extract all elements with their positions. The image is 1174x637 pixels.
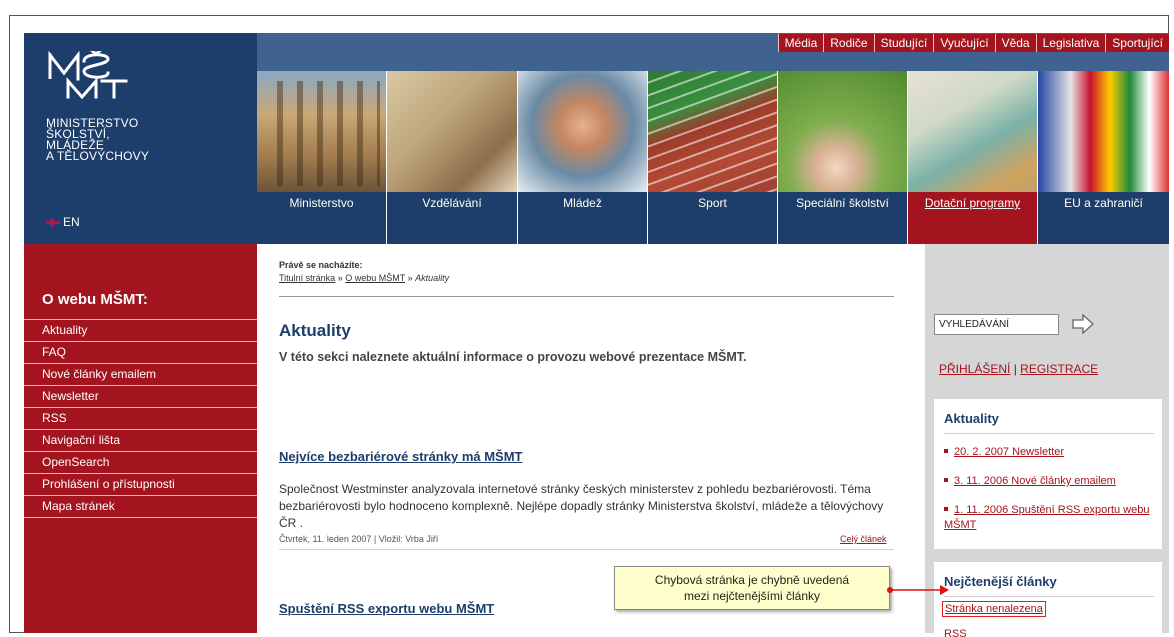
nav-vzdelavani[interactable]: Vzdělávání bbox=[387, 192, 518, 244]
callout-arrow-icon bbox=[887, 585, 949, 595]
language-switch-en[interactable]: EN bbox=[46, 215, 80, 229]
news-box: Aktuality 20. 2. 2007 Newsletter 3. 11. … bbox=[934, 399, 1162, 549]
news-item: 1. 11. 2006 Spuštění RSS exportu webu MŠ… bbox=[944, 503, 1159, 533]
left-menu-item-pristupnost[interactable]: Prohlášení o přístupnosti bbox=[24, 474, 257, 496]
breadcrumb-current: Aktuality bbox=[415, 273, 450, 283]
breadcrumb: Titulní stránka » O webu MŠMT » Aktualit… bbox=[279, 273, 449, 283]
breadcrumb-separator: » bbox=[405, 273, 416, 283]
callout-line: mezi nejčtenějšími články bbox=[683, 589, 821, 603]
left-menu-item-navigacni-lista[interactable]: Navigační lišta bbox=[24, 430, 257, 452]
photo-running-track bbox=[648, 71, 778, 192]
left-menu-item-faq[interactable]: FAQ bbox=[24, 342, 257, 364]
breadcrumb-home[interactable]: Titulní stránka bbox=[279, 273, 335, 283]
callout-line: Chybová stránka je chybně uvedená bbox=[654, 573, 850, 587]
auth-separator: | bbox=[1010, 362, 1021, 376]
news-link[interactable]: 3. 11. 2006 Nové články emailem bbox=[954, 475, 1116, 487]
article-meta: Čtvrtek, 11. leden 2007 | Vložil: Vrba J… bbox=[279, 534, 439, 544]
nav-eu-zahranici[interactable]: EU a zahraničí bbox=[1038, 192, 1169, 244]
bullet-icon bbox=[944, 449, 948, 454]
nav-mladez[interactable]: Mládež bbox=[518, 192, 648, 244]
language-label: EN bbox=[63, 215, 80, 229]
top-bar: Média Rodiče Studující Vyučující Věda Le… bbox=[257, 33, 1169, 71]
article-title[interactable]: Nejvíce bezbariérové stránky má MŠMT bbox=[279, 449, 523, 464]
left-menu-item-newsletter[interactable]: Newsletter bbox=[24, 386, 257, 408]
divider bbox=[279, 296, 894, 297]
article-title[interactable]: Spuštění RSS exportu webu MŠMT bbox=[279, 601, 494, 616]
news-link[interactable]: 20. 2. 2007 Newsletter bbox=[954, 446, 1064, 458]
left-menu-title: O webu MŠMT: bbox=[42, 291, 148, 308]
divider bbox=[944, 433, 1154, 434]
left-menu-item-aktuality[interactable]: Aktuality bbox=[24, 320, 257, 342]
photo-money bbox=[908, 71, 1038, 192]
photo-youth-group bbox=[518, 71, 648, 192]
news-item: 20. 2. 2007 Newsletter bbox=[944, 445, 1159, 460]
most-read-link[interactable]: RSS bbox=[944, 628, 967, 637]
location-label: Právě se nacházíte: bbox=[279, 260, 363, 270]
left-menu-item-rss[interactable]: RSS bbox=[24, 408, 257, 430]
toplink-legislativa[interactable]: Legislativa bbox=[1035, 34, 1106, 52]
toplink-vyucujici[interactable]: Vyučující bbox=[933, 34, 995, 52]
uk-flag-icon bbox=[46, 217, 60, 227]
news-item: 3. 11. 2006 Nové články emailem bbox=[944, 474, 1159, 489]
news-box-title: Aktuality bbox=[944, 411, 999, 426]
nav-dotacni-programy[interactable]: Dotační programy bbox=[908, 192, 1038, 244]
breadcrumb-parent[interactable]: O webu MŠMT bbox=[345, 273, 405, 283]
most-read-box: Nejčtenější články Stránka nenalezena RS… bbox=[934, 562, 1162, 637]
page-title: Aktuality bbox=[279, 321, 351, 340]
toplink-sportujici[interactable]: Sportující bbox=[1105, 34, 1169, 52]
bullet-icon bbox=[944, 478, 948, 483]
login-link[interactable]: PŘIHLÁŠENÍ bbox=[939, 362, 1010, 376]
left-menu-item-nove-clanky[interactable]: Nové články emailem bbox=[24, 364, 257, 386]
photo-classroom bbox=[387, 71, 518, 192]
left-menu-item-mapa-stranek[interactable]: Mapa stránek bbox=[24, 496, 257, 518]
nav-sport[interactable]: Sport bbox=[648, 192, 778, 244]
brand-panel: MINISTERSTVO ŠKOLSTVÍ, MLÁDEŽE A TĚLOVÝC… bbox=[24, 33, 257, 244]
toplink-rodice[interactable]: Rodiče bbox=[823, 34, 874, 52]
divider bbox=[944, 596, 1154, 597]
read-more-link[interactable]: Celý článek bbox=[840, 534, 887, 544]
page-intro: V této sekci naleznete aktuální informac… bbox=[279, 350, 747, 364]
main-nav: Ministerstvo Vzdělávání Mládež Sport Spe… bbox=[257, 192, 1169, 244]
arrow-right-icon[interactable] bbox=[1070, 312, 1096, 336]
photo-child bbox=[778, 71, 908, 192]
search-input[interactable]: VYHLEDÁVÁNÍ bbox=[934, 314, 1059, 335]
photo-building bbox=[257, 71, 387, 192]
left-menu: O webu MŠMT: Aktuality FAQ Nové články e… bbox=[24, 244, 257, 633]
nav-specialni-skolstvi[interactable]: Speciální školství bbox=[778, 192, 908, 244]
bullet-icon bbox=[944, 507, 948, 512]
divider bbox=[279, 549, 894, 550]
most-read-title: Nejčtenější články bbox=[944, 574, 1057, 589]
nav-ministerstvo[interactable]: Ministerstvo bbox=[257, 192, 387, 244]
left-menu-items: Aktuality FAQ Nové články emailem Newsle… bbox=[24, 319, 257, 518]
header-photo-strip bbox=[257, 71, 1169, 192]
brand-name-line: A TĚLOVÝCHOVY bbox=[46, 149, 150, 163]
toplink-studujici[interactable]: Studující bbox=[873, 34, 934, 52]
right-sidebar: VYHLEDÁVÁNÍ PŘIHLÁŠENÍ | REGISTRACE Aktu… bbox=[925, 244, 1169, 637]
news-link[interactable]: 1. 11. 2006 Spuštění RSS exportu webu MŠ… bbox=[944, 504, 1149, 531]
photo-eu-flags bbox=[1038, 71, 1169, 192]
left-menu-item-opensearch[interactable]: OpenSearch bbox=[24, 452, 257, 474]
auth-links: PŘIHLÁŠENÍ | REGISTRACE bbox=[939, 362, 1098, 376]
brand-name: MINISTERSTVO ŠKOLSTVÍ, MLÁDEŽE A TĚLOVÝC… bbox=[46, 117, 150, 163]
most-read-link[interactable]: Stránka nenalezena bbox=[942, 601, 1046, 617]
register-link[interactable]: REGISTRACE bbox=[1020, 362, 1098, 376]
annotation-callout: Chybová stránka je chybně uvedená mezi n… bbox=[614, 566, 890, 610]
msmt-logo-icon[interactable] bbox=[46, 46, 132, 104]
breadcrumb-separator: » bbox=[335, 273, 346, 283]
article-body: Společnost Westminster analyzovala inter… bbox=[279, 482, 884, 530]
audience-links: Média Rodiče Studující Vyučující Věda Le… bbox=[777, 34, 1169, 52]
toplink-media[interactable]: Média bbox=[777, 34, 824, 52]
toplink-veda[interactable]: Věda bbox=[994, 34, 1036, 52]
